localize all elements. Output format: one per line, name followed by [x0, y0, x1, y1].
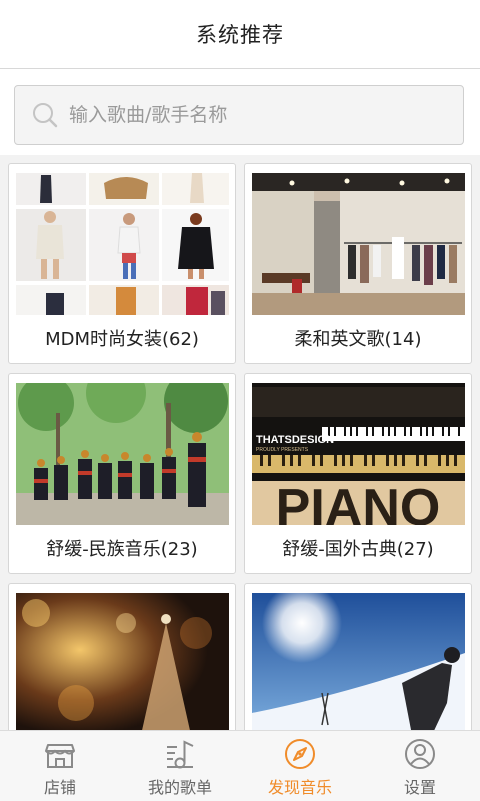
tab-label: 设置 [403, 778, 436, 797]
tab-settings[interactable]: 设置 [360, 731, 480, 801]
search-box[interactable] [14, 85, 464, 145]
compass-icon [285, 739, 315, 769]
search-input[interactable] [67, 103, 441, 127]
playlist-cover-folk [16, 383, 229, 525]
tab-label: 店铺 [43, 778, 76, 797]
search-area [0, 69, 480, 155]
tab-discover-music[interactable]: 发现音乐 [240, 731, 360, 801]
tab-label: 我的歌单 [147, 778, 212, 797]
page-title: 系统推荐 [196, 23, 284, 47]
album-brand-text: THATSDESIGN [256, 434, 334, 446]
tab-label: 发现音乐 [267, 778, 332, 797]
user-icon [405, 739, 435, 769]
playlist-title: 舒缓-国外古典(27) [282, 539, 434, 560]
playlist-card-fashion[interactable]: MDM时尚女装(62) [8, 163, 236, 364]
playlist-cover-fashion [16, 173, 229, 315]
album-subtitle-text: PROUDLY PRESENTS [256, 447, 309, 453]
playlist-card-lights[interactable] [8, 583, 236, 730]
playlist-title: 舒缓-民族音乐(23) [46, 539, 198, 560]
playlist-cover-lights [16, 593, 229, 730]
bottom-tab-bar: 店铺 我的歌单 发现音乐 设置 [0, 730, 480, 801]
album-title-text: PIANO [276, 479, 441, 525]
app-header: 系统推荐 [0, 0, 480, 69]
playlist-card-boutique[interactable]: 柔和英文歌(14) [244, 163, 472, 364]
playlist-cover-snow [252, 593, 465, 730]
playlist-title: 柔和英文歌(14) [294, 329, 422, 350]
playlist-grid: MDM时尚女装(62) 柔和英文歌(14) 舒缓-民族音乐(23) THATSD… [0, 155, 480, 730]
music-note-icon [167, 740, 194, 769]
playlist-cover-piano: THATSDESIGN PROUDLY PRESENTS PIANO [252, 383, 465, 525]
playlist-cover-boutique [252, 173, 465, 315]
playlist-card-snow[interactable] [244, 583, 472, 730]
store-icon [45, 744, 75, 768]
playlist-card-folk[interactable]: 舒缓-民族音乐(23) [8, 373, 236, 574]
search-icon [33, 103, 58, 128]
playlist-card-piano[interactable]: THATSDESIGN PROUDLY PRESENTS PIANO 舒缓-国外… [244, 373, 472, 574]
tab-my-playlists[interactable]: 我的歌单 [120, 731, 240, 801]
playlist-title: MDM时尚女装(62) [45, 329, 199, 350]
tab-store[interactable]: 店铺 [0, 731, 120, 801]
